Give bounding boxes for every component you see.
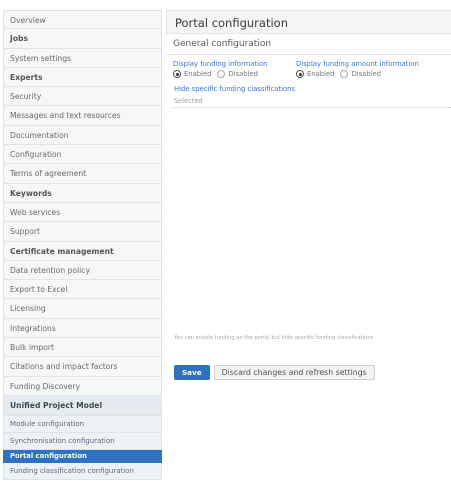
funding-info-enabled-radio[interactable]: Enabled [173,70,211,78]
funding-info-enabled-label: Enabled [184,70,212,78]
sidebar-subitem-funding-classification[interactable]: Funding classification configuration [3,462,162,480]
sidebar-item-configuration[interactable]: Configuration [3,145,162,165]
display-options: Display funding information Enabled Disa… [166,55,451,82]
radio-checked-icon [296,70,304,78]
sidebar-subitem-portal-configuration[interactable]: Portal configuration [3,449,162,463]
funding-amount-enabled-radio[interactable]: Enabled [296,70,334,78]
funding-amount-label: Display funding amount information [296,60,419,68]
sidebar-section-unified-project-model[interactable]: Unified Project Model [3,395,162,416]
sidebar-item-licensing[interactable]: Licensing [3,299,162,319]
sidebar-item-data-retention[interactable]: Data retention policy [3,260,162,281]
funding-info-group: Display funding information Enabled Disa… [173,60,267,78]
hide-classifications-label: Hide specific funding classifications [174,85,295,93]
funding-amount-disabled-radio[interactable]: Disabled [340,70,381,78]
sidebar-item-terms[interactable]: Terms of agreement [3,164,162,184]
radio-unchecked-icon [340,70,349,78]
sidebar-subitem-synchronisation[interactable]: Synchronisation configuration [3,432,162,450]
sidebar-item-overview[interactable]: Overview [3,10,162,30]
funding-amount-group: Display funding amount information Enabl… [296,60,419,78]
funding-amount-enabled-label: Enabled [307,70,335,78]
save-button[interactable]: Save [174,365,210,380]
sidebar-item-integrations[interactable]: Integrations [3,318,162,339]
sidebar-item-export-excel[interactable]: Export to Excel [3,280,162,300]
sidebar-item-experts[interactable]: Experts [3,67,162,88]
section-heading: General configuration [166,34,451,55]
sidebar-item-jobs[interactable]: Jobs [3,29,162,49]
action-buttons: Save Discard changes and refresh setting… [174,365,375,380]
funding-info-disabled-radio[interactable]: Disabled [217,70,258,78]
radio-unchecked-icon [217,70,226,78]
sidebar-item-bulk-import[interactable]: Bulk import [3,338,162,358]
sidebar-item-keywords[interactable]: Keywords [3,183,162,203]
sidebar-item-certificates[interactable]: Certificate management [3,241,162,261]
sidebar-item-web-services[interactable]: Web services [3,202,162,223]
funding-info-label: Display funding information [173,60,268,68]
funding-amount-disabled-label: Disabled [351,70,381,78]
main-panel: Portal configuration General configurati… [166,10,451,380]
funding-info-disabled-label: Disabled [228,70,258,78]
sidebar-item-citations[interactable]: Citations and impact factors [3,357,162,377]
sidebar-item-documentation[interactable]: Documentation [3,125,162,146]
sidebar-item-support[interactable]: Support [3,222,162,242]
radio-checked-icon [173,70,181,78]
admin-sidebar: Overview Jobs System settings Experts Se… [3,10,162,480]
page-title: Portal configuration [166,10,451,34]
discard-changes-button[interactable]: Discard changes and refresh settings [213,365,375,380]
sidebar-item-funding-discovery[interactable]: Funding Discovery [3,376,162,396]
sidebar-subitem-module-configuration[interactable]: Module configuration [3,415,162,433]
classification-select[interactable]: Selected [172,96,451,108]
sidebar-item-system-settings[interactable]: System settings [3,48,162,68]
sidebar-item-messages[interactable]: Messages and text resources [3,106,162,126]
sidebar-item-security[interactable]: Security [3,87,162,107]
help-text: You can enable funding on the portal but… [174,335,374,341]
